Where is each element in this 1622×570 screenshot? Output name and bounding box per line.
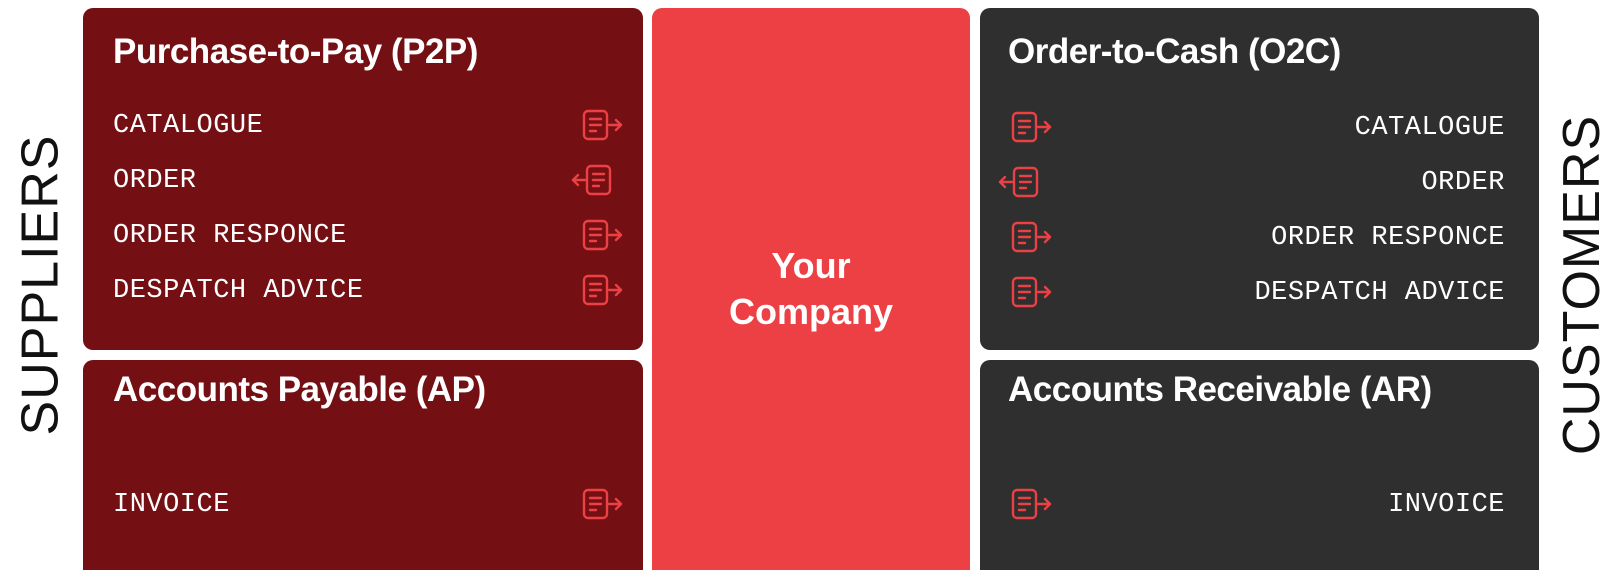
document-arrow-right-icon [582,109,623,141]
ar-panel: Accounts Receivable (AR) INVOICE [980,360,1539,570]
document-arrow-right-icon [1011,488,1052,520]
p2p-catalogue-label: CATALOGUE [113,111,264,141]
document-arrow-right-icon [1011,276,1052,308]
o2c-catalogue-row: CATALOGUE [1010,107,1521,147]
suppliers-side-label: SUPPLIERS [0,0,80,570]
ar-title: Accounts Receivable (AR) [1008,370,1432,409]
document-arrow-right-icon [582,488,623,520]
p2p-title: Purchase-to-Pay (P2P) [113,32,478,71]
suppliers-label-text: SUPPLIERS [11,134,70,436]
o2c-order-label: ORDER [1421,168,1505,198]
p2p-order-responce-label: ORDER RESPONCE [113,221,347,251]
document-arrow-right-icon [1011,111,1052,143]
p2p-panel: Purchase-to-Pay (P2P) CATALOGUE ORDER OR… [83,8,643,350]
document-arrow-left-icon [571,164,612,196]
document-arrow-left-icon [998,166,1039,198]
o2c-order-responce-row: ORDER RESPONCE [1010,217,1521,257]
ap-invoice-row: INVOICE [113,484,625,524]
o2c-title: Order-to-Cash (O2C) [1008,32,1341,71]
o2c-panel: Order-to-Cash (O2C) CATALOGUE ORDER ORDE… [980,8,1539,350]
p2p-order-label: ORDER [113,166,197,196]
o2c-order-responce-label: ORDER RESPONCE [1271,223,1505,253]
document-arrow-right-icon [582,219,623,251]
ap-title: Accounts Payable (AP) [113,370,486,409]
your-company-label: Your Company [728,245,894,332]
p2p-order-responce-row: ORDER RESPONCE [113,215,625,255]
p2p-despatch-advice-row: DESPATCH ADVICE [113,270,625,310]
p2p-order-row: ORDER [113,160,625,200]
ar-invoice-row: INVOICE [1010,484,1521,524]
ap-panel: Accounts Payable (AP) INVOICE [83,360,643,570]
document-arrow-right-icon [1011,221,1052,253]
customers-side-label: CUSTOMERS [1542,0,1622,570]
o2c-despatch-advice-label: DESPATCH ADVICE [1254,278,1505,308]
p2p-catalogue-row: CATALOGUE [113,105,625,145]
customers-label-text: CUSTOMERS [1553,114,1612,456]
p2p-despatch-advice-label: DESPATCH ADVICE [113,276,364,306]
your-company-block: Your Company [652,8,970,570]
o2c-order-row: ORDER [998,162,1521,202]
ar-invoice-label: INVOICE [1388,490,1505,520]
document-arrow-right-icon [582,274,623,306]
o2c-despatch-advice-row: DESPATCH ADVICE [1010,272,1521,312]
o2c-catalogue-label: CATALOGUE [1354,113,1505,143]
ap-invoice-label: INVOICE [113,490,230,520]
